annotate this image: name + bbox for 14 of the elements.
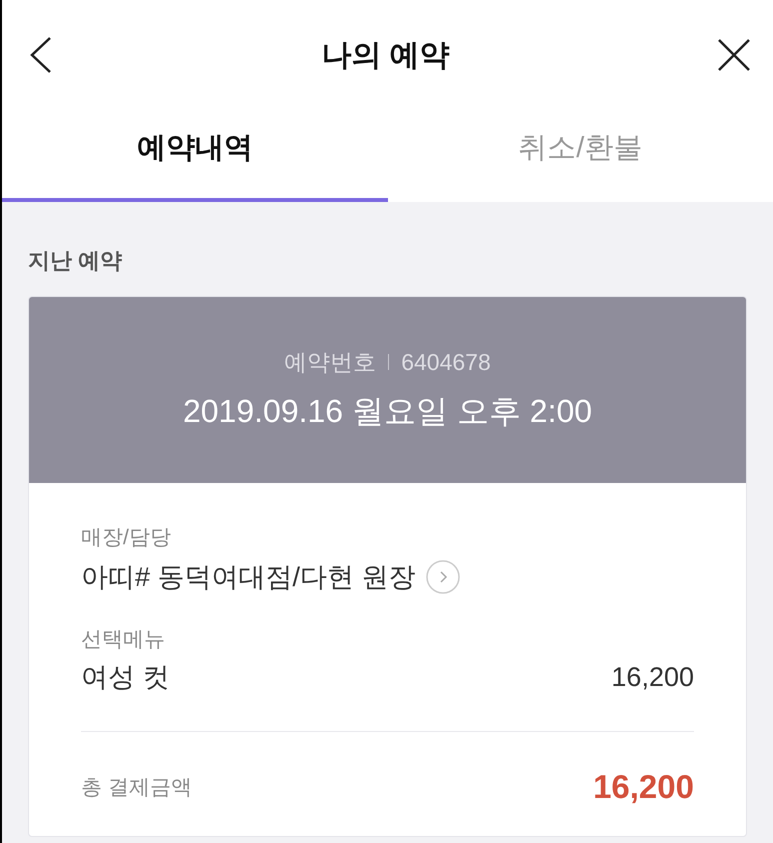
section-title: 지난 예약	[28, 247, 124, 275]
total-label: 총 결제금액	[81, 775, 192, 801]
menu-item-name: 여성 컷	[81, 661, 170, 694]
booking-number-label: 예약번호	[284, 348, 376, 376]
store-name: 아띠# 동덕여대점/다현 원장	[81, 561, 416, 594]
booking-number: 6404678	[401, 348, 491, 376]
booking-datetime: 2019.09.16 월요일 오후 2:00	[182, 392, 592, 430]
close-button[interactable]	[717, 38, 751, 72]
menu-item-price: 16,200	[611, 662, 694, 692]
field-label: 매장/담당	[81, 525, 172, 551]
close-icon	[717, 38, 751, 72]
page-title: 나의 예약	[321, 38, 450, 74]
total-amount: 16,200	[593, 768, 694, 806]
field-label: 선택메뉴	[81, 627, 166, 653]
